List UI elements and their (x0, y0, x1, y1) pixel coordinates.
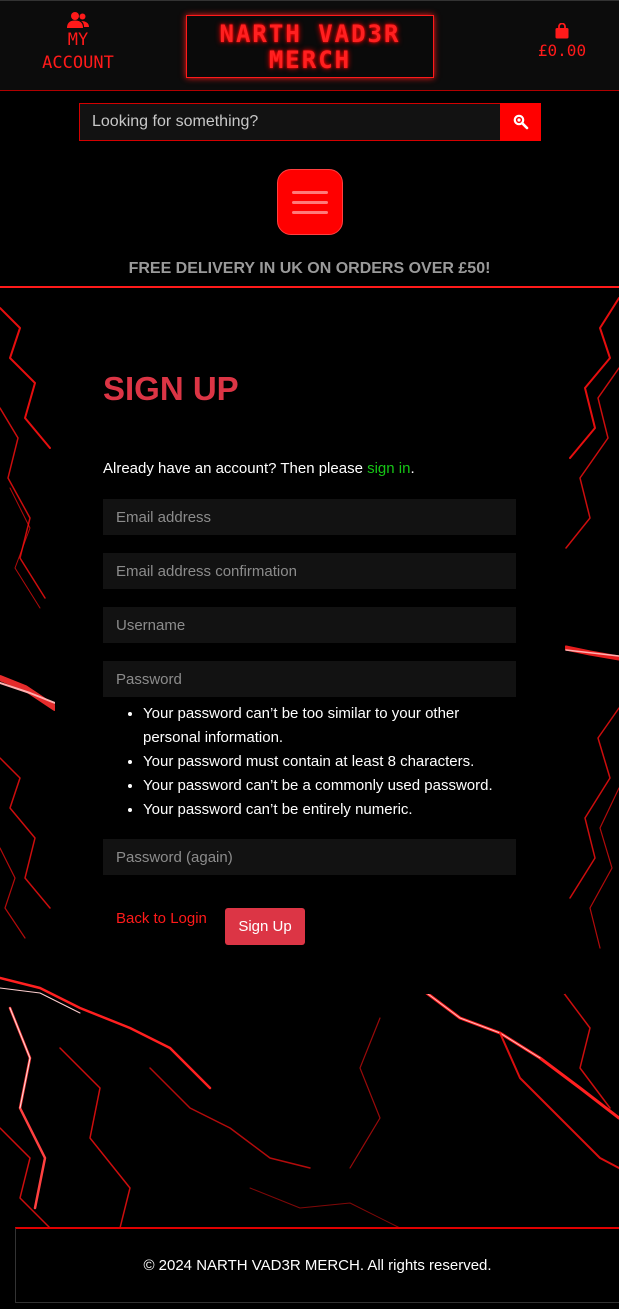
sign-up-button[interactable]: Sign Up (225, 908, 305, 945)
already-have-account-text: Already have an account? Then please sig… (103, 460, 415, 477)
hamburger-menu-icon (292, 190, 328, 194)
signup-card: SIGN UP Already have an account? Then pl… (55, 288, 565, 994)
password-help-item: Your password can’t be entirely numeric. (143, 798, 516, 822)
password-help-item: Your password must contain at least 8 ch… (143, 750, 516, 774)
password-help-item: Your password can’t be a commonly used p… (143, 774, 516, 798)
site-logo[interactable]: NARTH VAD3R MERCH (186, 15, 434, 78)
account-label-line1: MY (67, 30, 89, 50)
logo-line1: NARTH VAD3R (219, 19, 401, 48)
copyright-text: © 2024 NARTH VAD3R MERCH. All rights res… (143, 1257, 492, 1274)
my-account-button[interactable]: MY ACCOUNT (26, 11, 130, 75)
users-icon (67, 12, 89, 28)
logo-line2: MERCH (268, 45, 352, 74)
back-to-login-link[interactable]: Back to Login (116, 910, 207, 927)
account-label-line2: ACCOUNT (42, 53, 114, 73)
search-form (79, 103, 541, 141)
page-title: SIGN UP (103, 370, 239, 407)
password-again-field[interactable] (103, 839, 516, 875)
basket-total: £0.00 (537, 41, 587, 60)
search-button[interactable] (500, 103, 541, 141)
basket-button[interactable]: £0.00 (526, 23, 598, 60)
sign-in-link[interactable]: sign in (367, 460, 410, 477)
menu-toggle-button[interactable] (277, 169, 343, 235)
email-field[interactable] (103, 499, 516, 535)
username-field[interactable] (103, 607, 516, 643)
password-help-item: Your password can’t be too similar to yo… (143, 702, 516, 750)
password-field[interactable] (103, 661, 516, 697)
already-prefix: Already have an account? Then please (103, 460, 368, 477)
search-input[interactable] (79, 103, 500, 141)
search-icon (513, 114, 528, 130)
already-suffix: . (410, 460, 415, 477)
free-delivery-banner: FREE DELIVERY IN UK ON ORDERS OVER £50! (128, 260, 491, 277)
email-confirmation-field[interactable] (103, 553, 516, 589)
shopping-bag-icon (555, 23, 569, 39)
site-footer: © 2024 NARTH VAD3R MERCH. All rights res… (15, 1227, 619, 1303)
logo-text: NARTH VAD3R MERCH (220, 21, 401, 73)
site-header: MY ACCOUNT NARTH VAD3R MERCH £0.00 (0, 0, 619, 91)
password-help-list: Your password can’t be too similar to yo… (103, 702, 516, 822)
